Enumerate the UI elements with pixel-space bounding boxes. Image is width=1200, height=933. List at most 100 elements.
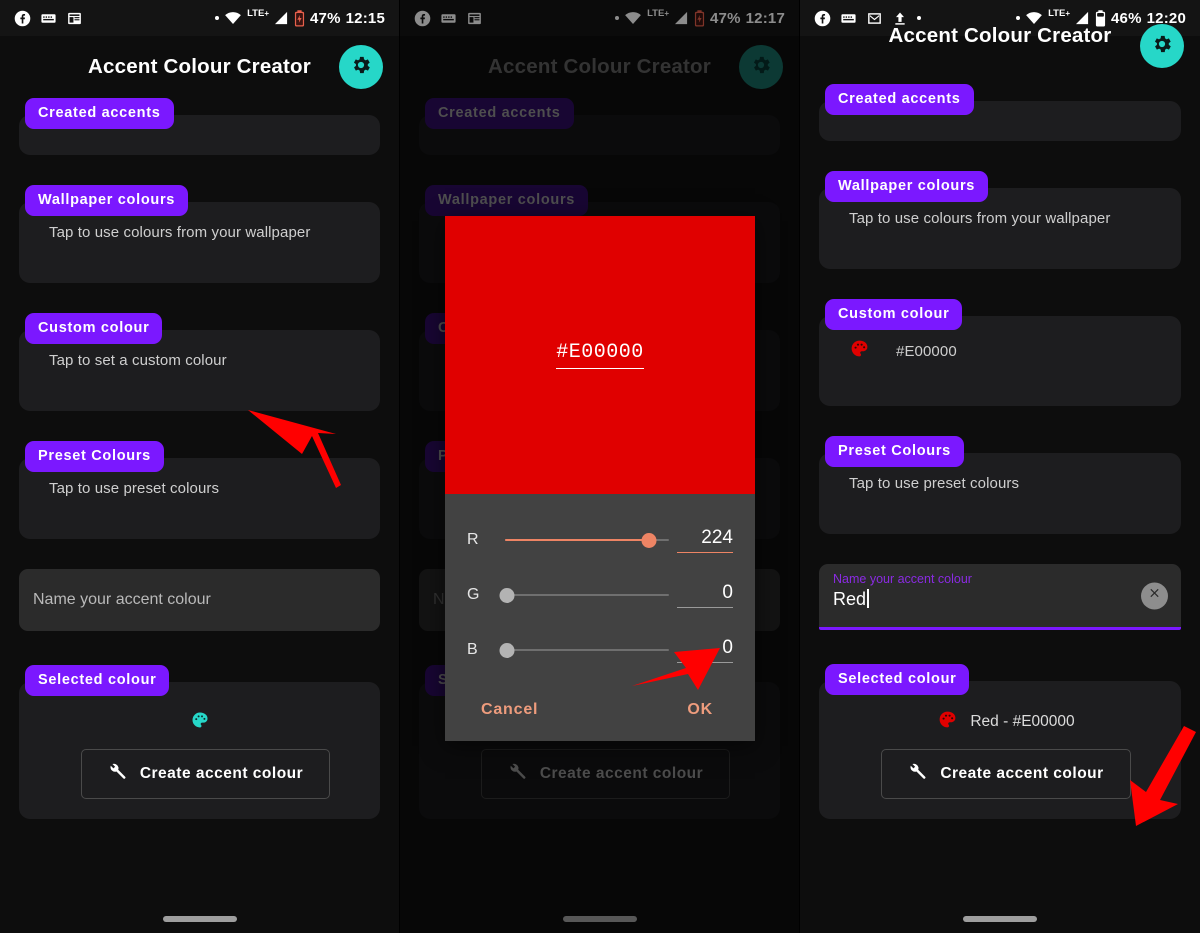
settings-button[interactable] xyxy=(1140,24,1184,68)
wifi-icon xyxy=(224,11,242,25)
slider-label-g: G xyxy=(467,585,480,603)
slider-thumb-r[interactable] xyxy=(641,532,657,548)
section-wallpaper-colours[interactable]: Wallpaper colours Tap to use colours fro… xyxy=(19,185,380,283)
three-panel-screenshot-strip: LTE+ 47% 12:15 Accent Colour Creator Cre… xyxy=(0,0,1200,933)
colour-preview: #E00000 xyxy=(445,216,755,494)
chip-wallpaper-colours: Wallpaper colours xyxy=(825,171,989,202)
dot-separator-icon xyxy=(215,16,220,20)
gear-icon xyxy=(350,54,372,81)
slider-label-r: R xyxy=(467,530,479,548)
accent-name-value-wrap: Red xyxy=(833,589,1167,610)
wallpaper-colours-hint: Tap to use colours from your wallpaper xyxy=(49,224,311,241)
chip-custom-colour: Custom colour xyxy=(825,299,963,330)
chip-selected-colour: Selected colour xyxy=(25,665,170,696)
accent-name-placeholder: Name your accent colour xyxy=(33,591,211,608)
cancel-button[interactable]: Cancel xyxy=(481,701,538,719)
dot-separator-icon xyxy=(917,16,921,20)
network-type-label: LTE+ xyxy=(247,8,269,20)
nav-gesture-pill[interactable] xyxy=(162,916,237,922)
signal-bars-icon xyxy=(1075,11,1090,25)
app-window-icon xyxy=(66,10,83,27)
panel-1-main-screen: LTE+ 47% 12:15 Accent Colour Creator Cre… xyxy=(0,0,400,933)
close-icon xyxy=(1147,586,1162,606)
status-system-icons: LTE+ 47% 12:15 xyxy=(215,8,385,27)
section-custom-colour[interactable]: Custom colour Tap to set a custom colour xyxy=(19,313,380,411)
slider-thumb-b[interactable] xyxy=(499,642,515,658)
slider-row-g: G 0 xyxy=(467,567,733,622)
battery-charging-icon xyxy=(294,9,305,27)
signal-bars-icon xyxy=(274,11,289,25)
main-content: Created accents Wallpaper colours Tap to… xyxy=(800,82,1200,819)
section-selected-colour: Selected colour Red - #E00000 Create acc… xyxy=(819,664,1181,819)
ok-button[interactable]: OK xyxy=(687,701,713,719)
slider-thumb-g[interactable] xyxy=(499,587,515,603)
text-caret xyxy=(867,589,870,608)
settings-button[interactable] xyxy=(339,45,383,89)
clock: 12:15 xyxy=(345,9,385,27)
facebook-icon xyxy=(14,10,31,27)
accent-name-input[interactable]: Name your accent colour xyxy=(19,569,380,631)
slider-label-b: B xyxy=(467,640,478,658)
nav-gesture-pill[interactable] xyxy=(963,916,1037,922)
slider-track-g[interactable] xyxy=(499,586,669,604)
selected-colour-value: Red - #E00000 xyxy=(970,713,1075,730)
card-selected-colour: Create accent colour xyxy=(19,682,380,819)
dot-separator-icon xyxy=(1016,16,1021,20)
chip-custom-colour: Custom colour xyxy=(25,313,163,344)
preset-colours-hint: Tap to use preset colours xyxy=(849,475,1020,492)
panel-3-colour-selected: LTE+ 46% 12:20 Accent Colour Creator Cre… xyxy=(800,0,1200,933)
accent-name-label: Name your accent colour xyxy=(833,572,972,586)
dialog-actions: Cancel OK xyxy=(445,685,755,741)
custom-colour-hint: Tap to set a custom colour xyxy=(49,352,227,369)
palette-icon xyxy=(937,709,958,735)
create-accent-colour-label: Create accent colour xyxy=(139,765,304,782)
chip-created-accents: Created accents xyxy=(25,98,174,129)
section-preset-colours[interactable]: Preset Colours Tap to use preset colours xyxy=(819,436,1181,534)
gmail-icon xyxy=(866,10,883,27)
rgb-sliders: R 224 G 0 B 0 xyxy=(445,494,755,685)
chip-created-accents: Created accents xyxy=(825,84,974,115)
battery-percent: 46% xyxy=(1111,9,1142,27)
battery-percent: 47% xyxy=(310,9,341,27)
section-custom-colour[interactable]: Custom colour #E00000 xyxy=(819,299,1181,406)
accent-name-value: Red xyxy=(833,589,867,609)
section-preset-colours[interactable]: Preset Colours Tap to use preset colours xyxy=(19,441,380,539)
main-content: Created accents Wallpaper colours Tap to… xyxy=(0,98,399,819)
palette-icon xyxy=(190,710,210,735)
hex-value-input[interactable]: #E00000 xyxy=(556,341,644,369)
create-accent-colour-button[interactable]: Create accent colour xyxy=(881,749,1131,799)
wifi-icon xyxy=(1025,11,1043,25)
wallpaper-colours-hint: Tap to use colours from your wallpaper xyxy=(849,210,1111,227)
chip-wallpaper-colours: Wallpaper colours xyxy=(25,185,189,216)
clear-text-button[interactable] xyxy=(1141,582,1168,609)
keyboard-icon xyxy=(40,10,57,27)
slider-value-r[interactable]: 224 xyxy=(677,527,733,553)
slider-track-b[interactable] xyxy=(499,641,669,659)
status-notification-icons xyxy=(14,10,83,27)
colour-picker-dialog: #E00000 R 224 G 0 B 0 Cancel OK xyxy=(445,216,755,741)
slider-track-r[interactable] xyxy=(505,531,669,549)
facebook-icon xyxy=(814,10,831,27)
slider-row-r: R 224 xyxy=(467,512,733,567)
custom-colour-value: #E00000 xyxy=(896,342,957,360)
slider-value-g[interactable]: 0 xyxy=(677,582,733,608)
gear-icon xyxy=(1151,33,1173,60)
chip-preset-colours: Preset Colours xyxy=(25,441,164,472)
app-bar-scrolled: Accent Colour Creator xyxy=(800,24,1200,82)
app-bar: Accent Colour Creator xyxy=(0,36,399,98)
preset-colours-hint: Tap to use preset colours xyxy=(49,480,220,497)
page-title: Accent Colour Creator xyxy=(888,24,1112,47)
slider-value-b[interactable]: 0 xyxy=(677,637,733,663)
network-type-label: LTE+ xyxy=(1048,8,1070,20)
chip-selected-colour: Selected colour xyxy=(825,664,970,695)
create-accent-colour-label: Create accent colour xyxy=(940,765,1104,782)
wrench-icon xyxy=(108,762,127,786)
section-created-accents[interactable]: Created accents xyxy=(819,84,1181,141)
chip-preset-colours: Preset Colours xyxy=(825,436,964,467)
accent-name-input[interactable]: Name your accent colour Red xyxy=(819,564,1181,630)
section-created-accents[interactable]: Created accents xyxy=(19,98,380,155)
section-selected-colour: Selected colour Cr xyxy=(19,665,380,819)
slider-row-b: B 0 xyxy=(467,622,733,677)
section-wallpaper-colours[interactable]: Wallpaper colours Tap to use colours fro… xyxy=(819,171,1181,269)
create-accent-colour-button[interactable]: Create accent colour xyxy=(80,749,331,799)
